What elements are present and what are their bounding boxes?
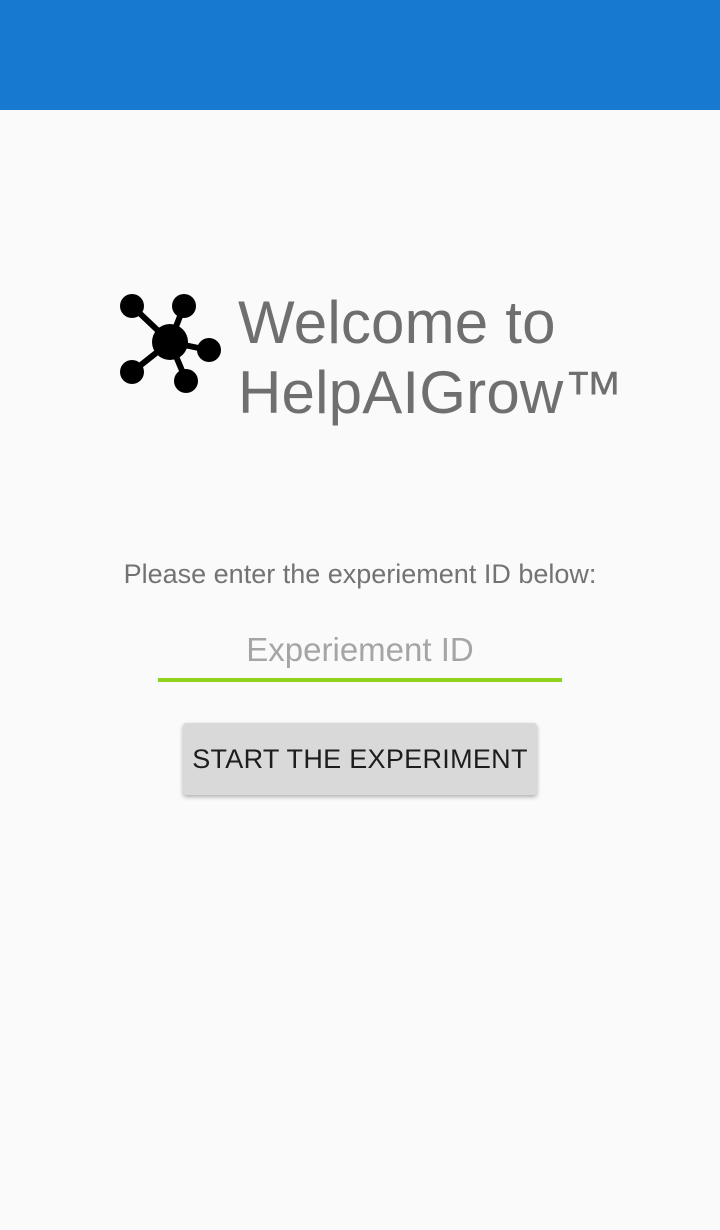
experiment-id-field[interactable] [158,622,562,682]
experiment-id-prompt: Please enter the experiement ID below: [123,559,597,589]
start-experiment-button[interactable]: START THE EXPERIMENT [183,723,537,795]
network-nodes-icon [120,294,221,393]
welcome-title: Welcome to HelpAIGrow™ [238,288,624,428]
welcome-title-line1: Welcome to [238,289,556,356]
welcome-header: Welcome to HelpAIGrow™ [118,289,638,432]
main-content: Welcome to HelpAIGrow™ Please enter the … [0,110,720,1230]
welcome-title-line2: HelpAIGrow™ [238,359,624,426]
experiment-id-underline [158,678,562,682]
app-bar [0,0,720,110]
experiment-id-input[interactable] [158,622,562,678]
